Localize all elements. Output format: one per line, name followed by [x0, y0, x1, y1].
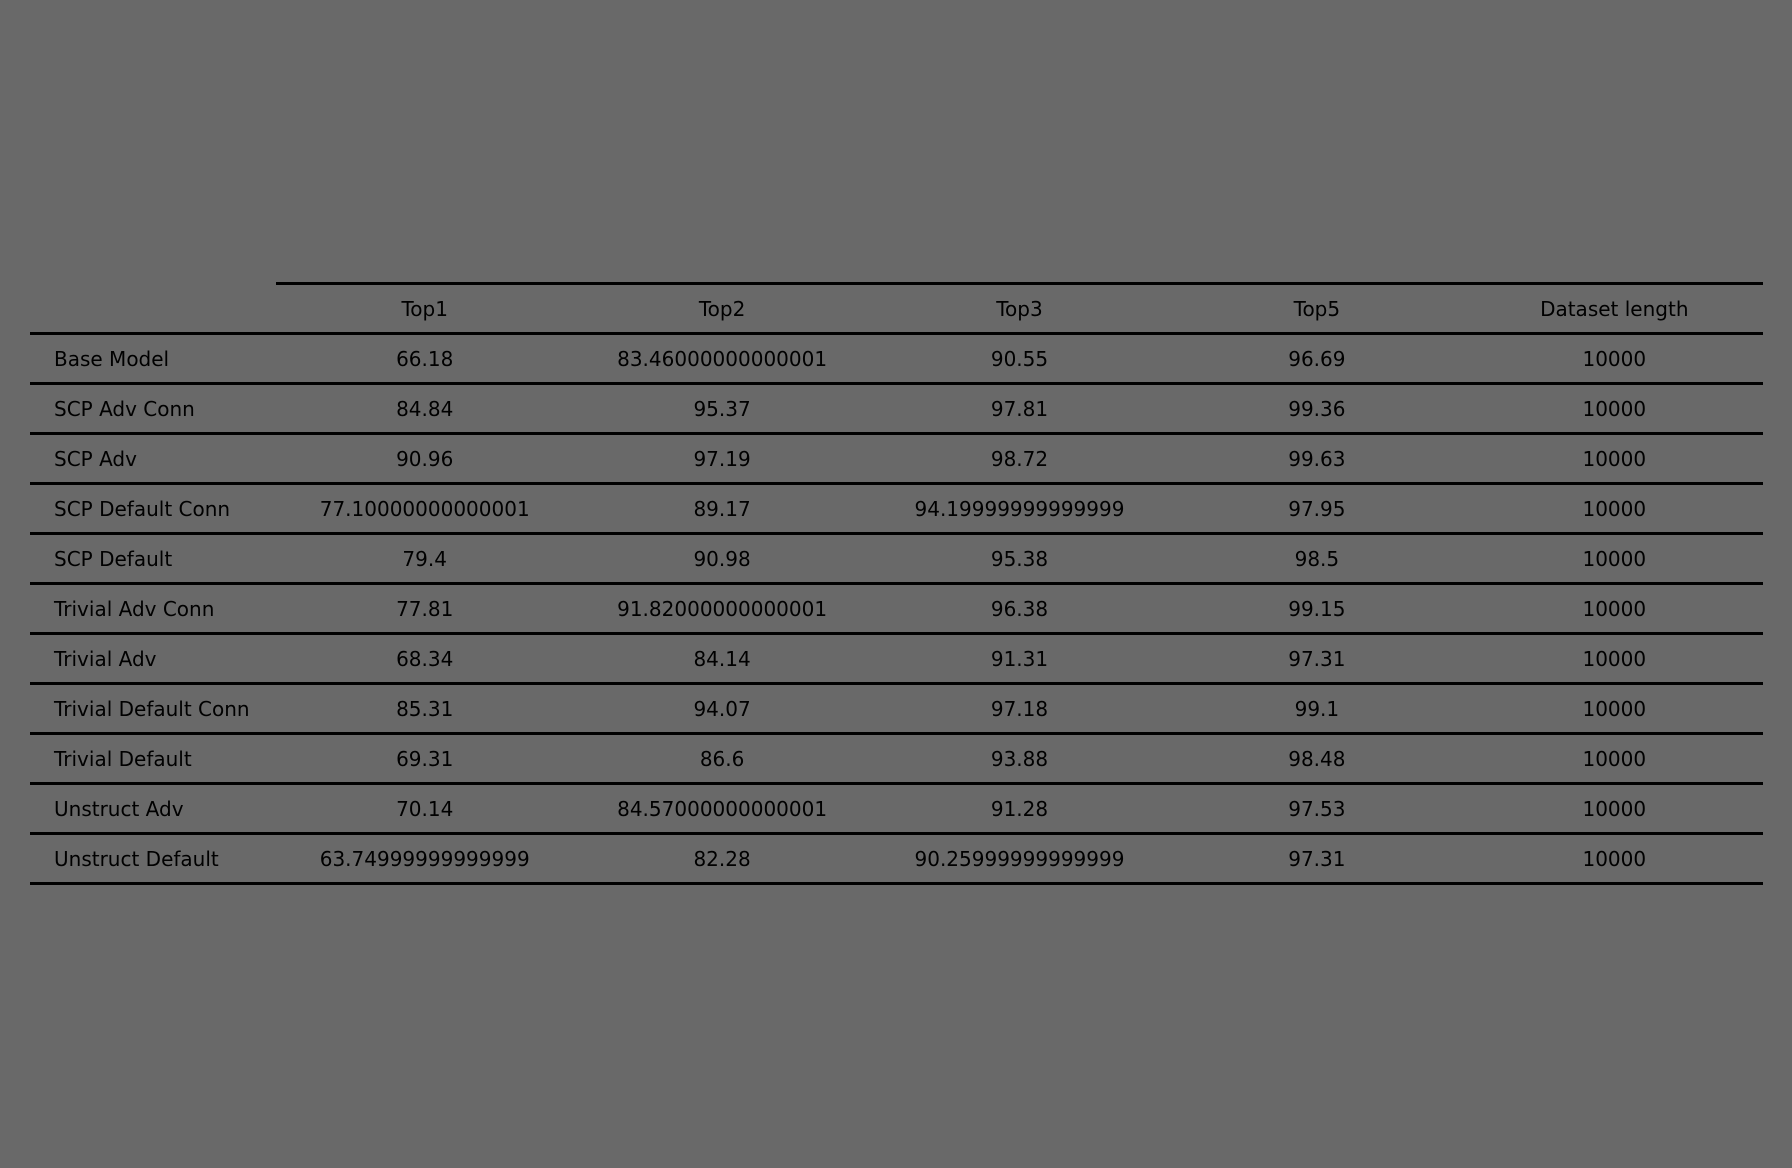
table-cell: 91.31: [870, 633, 1169, 685]
table-row: SCP Default 79.4 90.98 95.38 98.5 10000: [30, 533, 1763, 585]
table-cell: 84.84: [276, 383, 574, 435]
table-cell: 84.14: [573, 633, 871, 685]
table-cell: 99.36: [1168, 383, 1466, 435]
table-cell: 90.25999999999999: [870, 833, 1169, 885]
table-cell: 90.98: [573, 533, 871, 585]
table-cell: 10000: [1465, 383, 1763, 435]
table-cell: 97.31: [1168, 633, 1466, 685]
table-row: SCP Adv Conn 84.84 95.37 97.81 99.36 10000: [30, 383, 1763, 435]
row-label: Trivial Adv Conn: [30, 583, 276, 635]
table-cell: 84.57000000000001: [573, 783, 871, 835]
table-cell: 63.74999999999999: [276, 833, 574, 885]
table-cell: 96.69: [1168, 333, 1466, 385]
row-label: Trivial Adv: [30, 633, 276, 685]
table-cell: 91.28: [870, 783, 1169, 835]
table-row: Base Model 66.18 83.46000000000001 90.55 96.…: [30, 333, 1763, 385]
table-cell: 98.5: [1168, 533, 1466, 585]
table-cell: 10000: [1465, 583, 1763, 635]
table-cell: 68.34: [276, 633, 574, 685]
row-label: Unstruct Default: [30, 833, 276, 885]
table-row: SCP Default Conn 77.10000000000001 89.17 94…: [30, 483, 1763, 535]
table-cell: 10000: [1465, 733, 1763, 785]
table-cell: 10000: [1465, 683, 1763, 735]
table-cell: 98.72: [870, 433, 1169, 485]
column-header-top5: Top5: [1168, 282, 1466, 335]
column-header-top3: Top3: [870, 282, 1169, 335]
table-cell: 97.53: [1168, 783, 1466, 835]
column-header-top2: Top2: [573, 282, 871, 335]
table-cell: 86.6: [573, 733, 871, 785]
table-cell: 77.10000000000001: [276, 483, 574, 535]
table-cell: 77.81: [276, 583, 574, 635]
table-cell: 91.82000000000001: [573, 583, 871, 635]
table-cell: 97.81: [870, 383, 1169, 435]
table-row: Unstruct Adv 70.14 84.57000000000001 91.28 9…: [30, 783, 1763, 835]
table-row: Trivial Default Conn 85.31 94.07 97.18 99.1 1…: [30, 683, 1763, 735]
table-cell: 69.31: [276, 733, 574, 785]
row-label: SCP Adv: [30, 433, 276, 485]
row-label: SCP Default: [30, 533, 276, 585]
table-row: Trivial Adv 68.34 84.14 91.31 97.31 10000: [30, 633, 1763, 685]
row-label: Trivial Default Conn: [30, 683, 276, 735]
table-cell: 85.31: [276, 683, 574, 735]
row-label: SCP Adv Conn: [30, 383, 276, 435]
table-cell: 79.4: [276, 533, 574, 585]
table-row: Trivial Adv Conn 77.81 91.82000000000001 96…: [30, 583, 1763, 635]
table-cell: 10000: [1465, 633, 1763, 685]
table-cell: 99.1: [1168, 683, 1466, 735]
row-label: Trivial Default: [30, 733, 276, 785]
table-cell: 89.17: [573, 483, 871, 535]
row-label: SCP Default Conn: [30, 483, 276, 535]
header-corner-cell: [30, 283, 276, 335]
table-cell: 97.95: [1168, 483, 1466, 535]
table-cell: 83.46000000000001: [573, 333, 871, 385]
column-header-top1: Top1: [276, 282, 574, 335]
table-cell: 90.96: [276, 433, 574, 485]
table-cell: 99.15: [1168, 583, 1466, 635]
table-cell: 93.88: [870, 733, 1169, 785]
table-cell: 97.19: [573, 433, 871, 485]
table-cell: 98.48: [1168, 733, 1466, 785]
table-cell: 66.18: [276, 333, 574, 385]
table-row: SCP Adv 90.96 97.19 98.72 99.63 10000: [30, 433, 1763, 485]
results-table: Top1 Top2 Top3 Top5 Dataset length Base …: [30, 282, 1763, 885]
table-cell: 10000: [1465, 783, 1763, 835]
table-cell: 99.63: [1168, 433, 1466, 485]
table-cell: 95.37: [573, 383, 871, 435]
table-cell: 10000: [1465, 833, 1763, 885]
table-cell: 94.07: [573, 683, 871, 735]
table-cell: 95.38: [870, 533, 1169, 585]
table-cell: 10000: [1465, 483, 1763, 535]
table-cell: 97.18: [870, 683, 1169, 735]
table-cell: 70.14: [276, 783, 574, 835]
table-cell: 94.19999999999999: [870, 483, 1169, 535]
table-row: Trivial Default 69.31 86.6 93.88 98.48 10000: [30, 733, 1763, 785]
table-cell: 90.55: [870, 333, 1169, 385]
table-cell: 96.38: [870, 583, 1169, 635]
row-label: Base Model: [30, 333, 276, 385]
table-cell: 10000: [1465, 533, 1763, 585]
column-header-dataset-length: Dataset length: [1465, 282, 1763, 335]
header-row: Top1 Top2 Top3 Top5 Dataset length: [30, 282, 1763, 335]
table-body: Base Model 66.18 83.46000000000001 90.55 96.…: [30, 333, 1763, 885]
page: Top1 Top2 Top3 Top5 Dataset length Base …: [0, 0, 1792, 1168]
table-cell: 10000: [1465, 333, 1763, 385]
row-label: Unstruct Adv: [30, 783, 276, 835]
table-row: Unstruct Default 63.74999999999999 82.28 90…: [30, 833, 1763, 885]
table-cell: 82.28: [573, 833, 871, 885]
table-cell: 10000: [1465, 433, 1763, 485]
table-cell: 97.31: [1168, 833, 1466, 885]
